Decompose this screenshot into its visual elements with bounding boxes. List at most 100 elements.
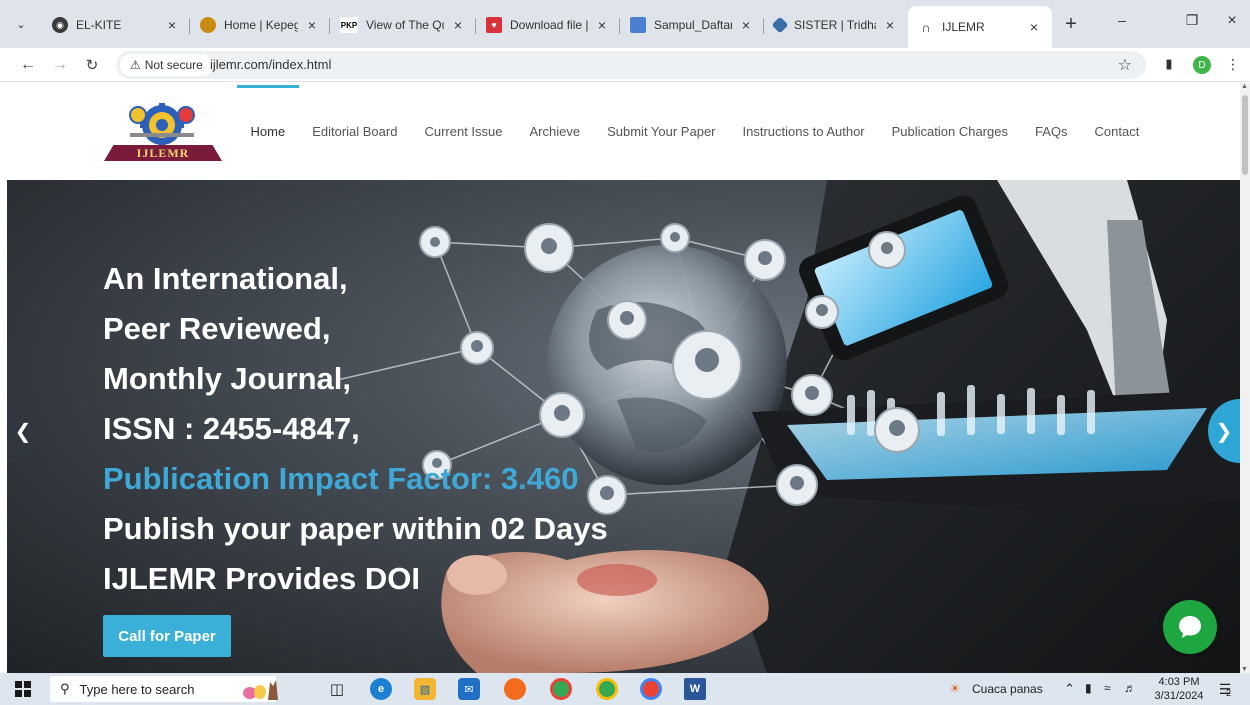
weather-icon[interactable]: ☀ (944, 678, 966, 700)
browser-tab[interactable]: Sampul_Daftar I × (620, 8, 764, 42)
nav-archieve[interactable]: Archieve (516, 83, 594, 179)
site-favicon-icon (200, 17, 216, 33)
hero-line: IJLEMR Provides DOI (103, 561, 420, 596)
chat-bubble-icon[interactable] (1163, 600, 1217, 654)
minimize-icon[interactable]: – (1107, 12, 1137, 28)
windows-taskbar: ⚲ Type here to search ◫ e ▧ ✉ W ☀ Cuaca … (0, 673, 1250, 705)
windows-start-icon[interactable] (15, 681, 31, 697)
browser-tab[interactable]: ◉ EL-KITE × (42, 8, 190, 42)
nav-faqs[interactable]: FAQs (1021, 83, 1081, 179)
back-arrow-icon[interactable]: ← (16, 53, 40, 77)
wifi-icon[interactable]: ≈ (1104, 681, 1111, 695)
search-icon: ⚲ (60, 681, 70, 696)
globe-favicon-icon: ◉ (52, 17, 68, 33)
chrome-active-icon[interactable] (640, 678, 662, 700)
new-tab-plus-icon[interactable]: + (1060, 13, 1082, 35)
taskbar-search-placeholder: Type here to search (79, 681, 195, 697)
tab-close-icon[interactable]: × (164, 17, 180, 33)
tab-title: Sampul_Daftar I (654, 18, 732, 32)
restore-icon[interactable]: ❐ (1177, 12, 1207, 29)
bookmark-star-icon[interactable]: ☆ (1118, 55, 1132, 75)
hero-line: ISSN : 2455-4847, (103, 411, 360, 446)
hero-line: Peer Reviewed, (103, 311, 331, 346)
browser-tab-active[interactable]: ∩ IJLEMR × (908, 6, 1052, 48)
weather-text[interactable]: Cuaca panas (972, 682, 1043, 696)
tab-close-icon[interactable]: × (1026, 19, 1042, 35)
mail-icon[interactable]: ✉ (458, 678, 480, 700)
browser-tab[interactable]: PKP View of The Qua × (330, 8, 476, 42)
heart-favicon-icon: ♥ (486, 17, 502, 33)
hero-line: An International, (103, 261, 348, 296)
document-favicon-icon (630, 17, 646, 33)
hero-line-impact-factor: Publication Impact Factor: 3.460 (103, 461, 579, 496)
tab-close-icon[interactable]: × (304, 17, 320, 33)
diamond-favicon-icon (771, 16, 789, 34)
security-label: Not secure (144, 58, 203, 72)
forward-arrow-icon[interactable]: → (48, 53, 72, 77)
hero-text-block: An International, Peer Reviewed, Monthly… (103, 254, 608, 604)
pkp-favicon-icon: PKP (340, 17, 358, 33)
tab-close-icon[interactable]: × (450, 17, 466, 33)
battery-icon[interactable]: ▮ (1085, 681, 1092, 695)
tab-close-icon[interactable]: × (738, 17, 754, 33)
notification-count: 2 (1226, 688, 1232, 698)
task-view-icon[interactable]: ◫ (326, 678, 348, 700)
hero-slider: An International, Peer Reviewed, Monthly… (7, 180, 1240, 673)
more-menu-icon[interactable]: ⋮ (1222, 53, 1244, 75)
tab-title: IJLEMR (942, 20, 985, 34)
scroll-up-icon[interactable]: ▲ (1241, 83, 1248, 90)
pillar-favicon-icon: ∩ (918, 19, 934, 35)
nav-home[interactable]: Home (237, 83, 299, 179)
gear-emblem-icon (129, 103, 195, 147)
chrome-icon[interactable] (550, 678, 572, 700)
tab-close-icon[interactable]: × (594, 17, 610, 33)
nav-current-issue[interactable]: Current Issue (411, 83, 516, 179)
tab-title: View of The Qua (366, 18, 444, 32)
site-logo[interactable]: IJLEMR (104, 101, 222, 163)
site-header: IJLEMR Home Editorial Board Current Issu… (0, 83, 1240, 179)
chrome-profile-icon[interactable] (596, 678, 618, 700)
tray-chevron-up-icon[interactable]: ⌃ (1064, 681, 1075, 697)
main-navigation: Home Editorial Board Current Issue Archi… (237, 83, 1153, 179)
warning-triangle-icon: ⚠ (130, 58, 141, 72)
tab-title: Download file | (510, 18, 588, 32)
address-bar[interactable]: ⚠ Not secure ijlemr.com/index.html ☆ (116, 51, 1146, 79)
browser-tab[interactable]: SISTER | Tridharm × (764, 8, 908, 42)
tab-title: SISTER | Tridharm (794, 18, 876, 32)
notification-center-icon[interactable]: ☰ (1214, 678, 1236, 700)
close-window-icon[interactable]: × (1217, 12, 1247, 30)
clock-time: 4:03 PM (1158, 676, 1200, 688)
nav-submit-paper[interactable]: Submit Your Paper (594, 83, 729, 179)
url-text[interactable]: ijlemr.com/index.html (210, 57, 331, 72)
scrollbar-thumb[interactable] (1242, 95, 1248, 175)
hero-line: Publish your paper within 02 Days (103, 511, 608, 546)
page-scrollbar[interactable]: ▲ ▼ (1240, 83, 1250, 673)
easter-decoration-icon[interactable] (240, 678, 282, 700)
nav-publication-charges[interactable]: Publication Charges (878, 83, 1021, 179)
logo-banner: IJLEMR (104, 145, 222, 161)
edge-browser-icon[interactable]: e (370, 678, 392, 700)
file-explorer-icon[interactable]: ▧ (414, 678, 436, 700)
browser-toolbar: ← → ↻ ⚠ Not secure ijlemr.com/index.html… (0, 48, 1250, 82)
volume-icon[interactable]: ♬ (1124, 681, 1136, 695)
tab-search-chevron-icon[interactable]: ⌄ (8, 11, 34, 37)
profile-avatar[interactable]: D (1193, 56, 1211, 74)
call-for-paper-button[interactable]: Call for Paper (103, 615, 231, 657)
nav-contact[interactable]: Contact (1081, 83, 1153, 179)
browser-tab[interactable]: ♥ Download file | × (476, 8, 620, 42)
tab-close-icon[interactable]: × (882, 17, 898, 33)
nav-editorial-board[interactable]: Editorial Board (299, 83, 411, 179)
tab-title: EL-KITE (76, 18, 122, 32)
firefox-icon[interactable] (504, 678, 526, 700)
nav-instructions[interactable]: Instructions to Author (729, 83, 878, 179)
reload-icon[interactable]: ↻ (80, 53, 104, 77)
browser-tab-strip: ⌄ ◉ EL-KITE × Home | Kepegav × PKP View … (0, 0, 1250, 48)
side-panel-icon[interactable]: ▮ (1158, 53, 1180, 75)
scroll-down-icon[interactable]: ▼ (1241, 666, 1248, 673)
browser-tab[interactable]: Home | Kepegav × (190, 8, 330, 42)
word-icon[interactable]: W (684, 678, 706, 700)
system-clock[interactable]: 4:03 PM 3/31/2024 (1153, 675, 1205, 703)
tab-title: Home | Kepegav (224, 18, 298, 32)
clock-date: 3/31/2024 (1154, 690, 1204, 702)
security-indicator[interactable]: ⚠ Not secure (120, 54, 213, 76)
